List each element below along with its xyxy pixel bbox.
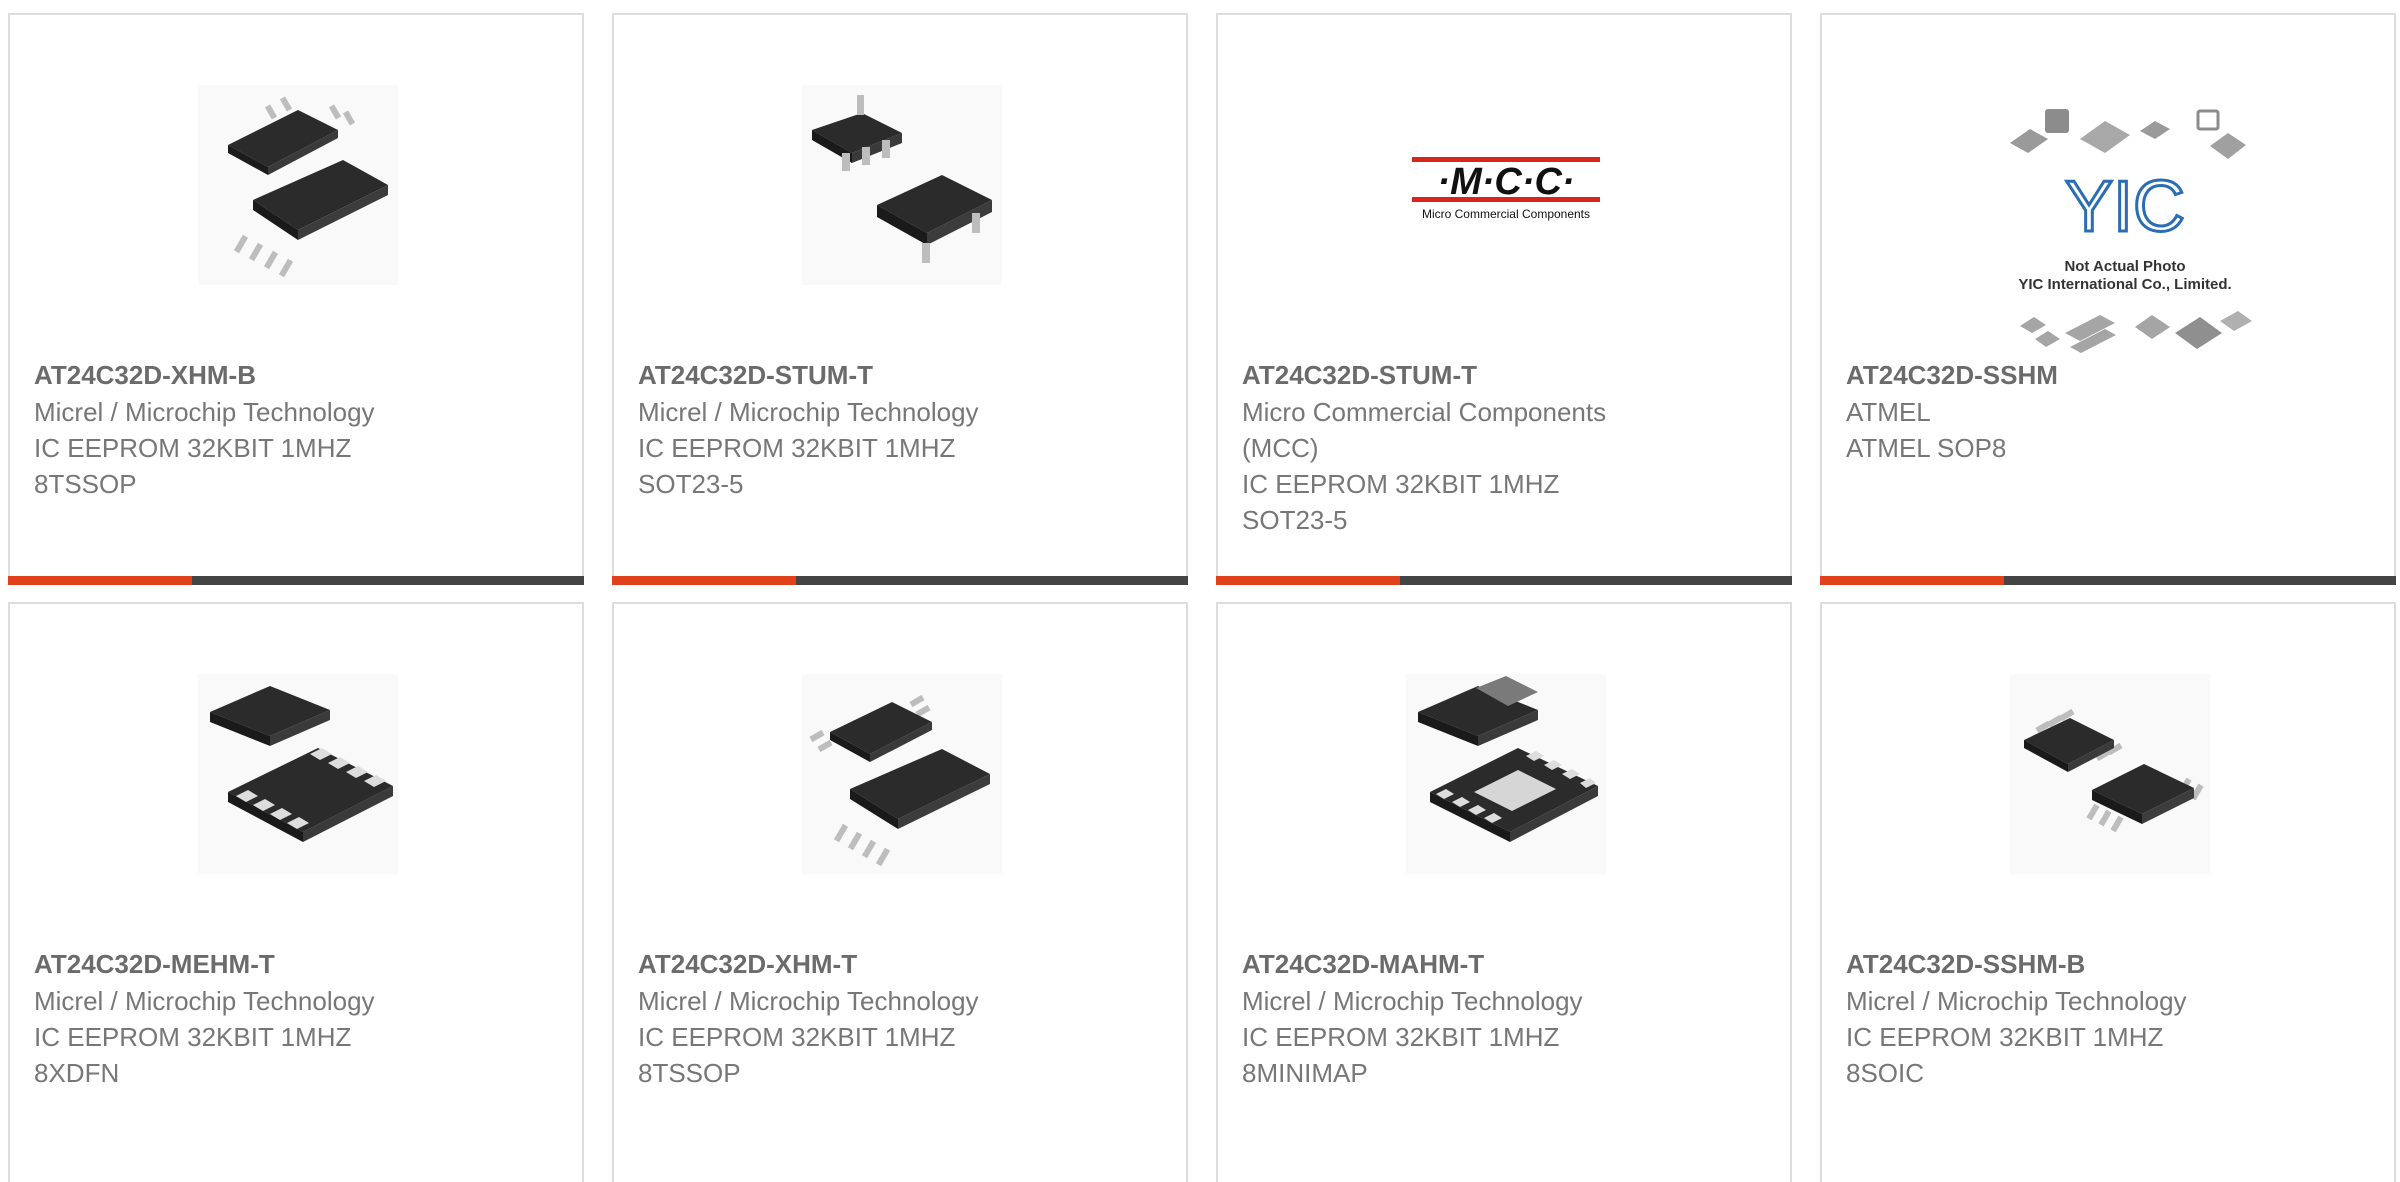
product-manufacturer: Micrel / Microchip Technology [1846,986,2187,1016]
product-part-number[interactable]: AT24C32D-STUM-T [1242,357,1477,393]
product-description: IC EEPROM 32KBIT 1MHZ [1242,469,1560,499]
product-description: ATMEL SOP8 [1846,433,2007,463]
tssop-chip-icon [228,96,388,278]
product-image[interactable] [802,674,1002,874]
product-description: IC EEPROM 32KBIT 1MHZ [638,433,956,463]
product-description: IC EEPROM 32KBIT 1MHZ [1846,1022,2164,1052]
product-description: IC EEPROM 32KBIT 1MHZ [638,1022,956,1052]
yic-logo-text: YIC [2065,167,2185,247]
tssop-chip-icon [809,694,990,867]
product-image[interactable] [802,85,1002,285]
product-package: 8MINIMAP [1242,1058,1368,1088]
product-card[interactable]: AT24C32D-XHM-T Micrel / Microchip Techno… [612,602,1188,1182]
product-card[interactable]: ·M·C·C· Micro Commercial Components AT24… [1216,13,1792,585]
product-manufacturer: Micrel / Microchip Technology [34,986,375,1016]
product-description: IC EEPROM 32KBIT 1MHZ [34,433,352,463]
mcc-logo-text: ·M·C·C· [1437,161,1574,203]
product-image[interactable] [198,674,398,874]
sot23-chip-icon [812,95,992,263]
product-image[interactable] [2010,674,2210,874]
product-image[interactable]: ·M·C·C· Micro Commercial Components [1406,85,1606,285]
product-card[interactable]: AT24C32D-XHM-B Micrel / Microchip Techno… [8,13,584,585]
card-accent-bar [1820,576,2396,585]
product-part-number[interactable]: AT24C32D-STUM-T [638,357,873,393]
card-accent-bar [1216,576,1792,585]
product-grid: AT24C32D-XHM-B Micrel / Microchip Techno… [0,0,2400,1182]
product-part-number[interactable]: AT24C32D-MAHM-T [1242,946,1484,982]
product-image[interactable]: YIC Not Actual Photo YIC International C… [1990,71,2260,361]
product-part-number[interactable]: AT24C32D-SSHM [1846,357,2058,393]
product-card[interactable]: AT24C32D-MAHM-T Micrel / Microchip Techn… [1216,602,1792,1182]
product-description: IC EEPROM 32KBIT 1MHZ [1242,1022,1560,1052]
placeholder-caption-2: YIC International Co., Limited. [2018,276,2231,293]
product-package: 8SOIC [1846,1058,1925,1088]
product-manufacturer: Micrel / Microchip Technology [34,397,375,427]
product-manufacturer: Micrel / Microchip Technology [638,397,979,427]
soic-chip-icon [2024,708,2204,833]
product-image[interactable] [1406,674,1606,874]
product-part-number[interactable]: AT24C32D-SSHM-B [1846,946,2085,982]
product-manufacturer-abbr: (MCC) [1242,433,1319,463]
product-package: SOT23-5 [1242,505,1348,535]
product-manufacturer: Micrel / Microchip Technology [638,986,979,1016]
product-part-number[interactable]: AT24C32D-XHM-B [34,357,256,393]
card-accent-bar [612,576,1188,585]
product-card[interactable]: AT24C32D-STUM-T Micrel / Microchip Techn… [612,13,1188,585]
product-image[interactable] [198,85,398,285]
placeholder-caption-1: Not Actual Photo [2064,258,2185,275]
product-card[interactable]: AT24C32D-MEHM-T Micrel / Microchip Techn… [8,602,584,1182]
mcc-logo-subtext: Micro Commercial Components [1422,207,1590,221]
product-package: 8XDFN [34,1058,120,1088]
product-package: 8TSSOP [34,469,137,499]
product-description: IC EEPROM 32KBIT 1MHZ [34,1022,352,1052]
product-manufacturer: ATMEL [1846,397,1931,427]
product-package: SOT23-5 [638,469,744,499]
product-package: 8TSSOP [638,1058,741,1088]
product-part-number[interactable]: AT24C32D-XHM-T [638,946,857,982]
yic-placeholder-image: YIC Not Actual Photo YIC International C… [2010,109,2252,353]
minimap-chip-icon [1418,676,1598,842]
product-card[interactable]: AT24C32D-SSHM-B Micrel / Microchip Techn… [1820,602,2396,1182]
mcc-logo: ·M·C·C· Micro Commercial Components [1412,157,1600,221]
product-card[interactable]: YIC Not Actual Photo YIC International C… [1820,13,2396,585]
product-manufacturer: Micro Commercial Components [1242,397,1607,427]
product-manufacturer: Micrel / Microchip Technology [1242,986,1583,1016]
xdfn-chip-icon [210,686,393,842]
product-part-number[interactable]: AT24C32D-MEHM-T [34,946,275,982]
card-accent-bar [8,576,584,585]
